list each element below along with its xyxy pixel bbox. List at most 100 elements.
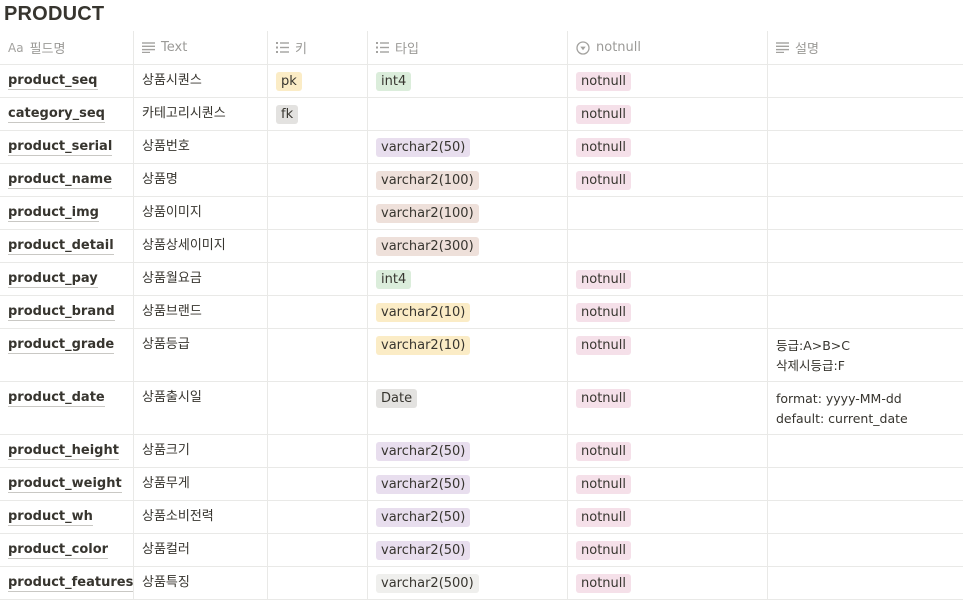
- column-header-type[interactable]: 타입: [367, 31, 567, 64]
- field-name[interactable]: product_name: [8, 171, 113, 189]
- description-cell[interactable]: 등급:A>B>C 삭제시등급:F: [767, 329, 963, 381]
- field-name[interactable]: product_wh: [8, 508, 93, 526]
- description-cell[interactable]: [767, 501, 963, 533]
- description-cell[interactable]: [767, 230, 963, 262]
- table-row[interactable]: product_detail 상품상세이미지 varchar2(300): [0, 230, 963, 263]
- field-name-cell[interactable]: product_grade: [0, 329, 133, 381]
- notnull-cell[interactable]: notnull: [567, 534, 767, 566]
- field-name[interactable]: category_seq: [8, 105, 105, 123]
- key-cell[interactable]: fk: [267, 98, 367, 130]
- notnull-cell[interactable]: notnull: [567, 435, 767, 467]
- field-name[interactable]: product_seq: [8, 72, 98, 90]
- field-name-cell[interactable]: product_height: [0, 435, 133, 467]
- table-row[interactable]: product_weight 상품무게 varchar2(50) notnull: [0, 468, 963, 501]
- notnull-cell[interactable]: notnull: [567, 468, 767, 500]
- field-name-cell[interactable]: product_weight: [0, 468, 133, 500]
- text-cell[interactable]: 상품시퀀스: [133, 65, 267, 97]
- notnull-cell[interactable]: notnull: [567, 567, 767, 599]
- text-cell[interactable]: 상품등급: [133, 329, 267, 381]
- type-cell[interactable]: varchar2(300): [367, 230, 567, 262]
- field-name-cell[interactable]: product_img: [0, 197, 133, 229]
- description-cell[interactable]: [767, 98, 963, 130]
- text-cell[interactable]: 상품크기: [133, 435, 267, 467]
- field-name-cell[interactable]: product_pay: [0, 263, 133, 295]
- text-cell[interactable]: 상품상세이미지: [133, 230, 267, 262]
- column-header-key[interactable]: 키: [267, 31, 367, 64]
- table-row[interactable]: product_features 상품특징 varchar2(500) notnull: [0, 567, 963, 600]
- description-cell[interactable]: [767, 65, 963, 97]
- text-cell[interactable]: 상품브랜드: [133, 296, 267, 328]
- field-name[interactable]: product_features: [8, 574, 134, 592]
- field-name[interactable]: product_serial: [8, 138, 113, 156]
- field-name-cell[interactable]: product_seq: [0, 65, 133, 97]
- key-cell[interactable]: [267, 501, 367, 533]
- field-name[interactable]: product_img: [8, 204, 99, 222]
- description-cell[interactable]: [767, 197, 963, 229]
- key-cell[interactable]: [267, 164, 367, 196]
- column-header-field-name[interactable]: Aa 필드명: [0, 31, 133, 64]
- type-cell[interactable]: int4: [367, 263, 567, 295]
- type-cell[interactable]: int4: [367, 65, 567, 97]
- table-row[interactable]: product_date 상품출시일 Date notnull format: yyyy…: [0, 382, 963, 435]
- column-header-description[interactable]: 설명: [767, 31, 963, 64]
- key-cell[interactable]: [267, 382, 367, 434]
- type-cell[interactable]: varchar2(100): [367, 164, 567, 196]
- table-row[interactable]: product_img 상품이미지 varchar2(100): [0, 197, 963, 230]
- text-cell[interactable]: 카테고리시퀀스: [133, 98, 267, 130]
- field-name-cell[interactable]: product_brand: [0, 296, 133, 328]
- text-cell[interactable]: 상품출시일: [133, 382, 267, 434]
- field-name-cell[interactable]: product_name: [0, 164, 133, 196]
- notnull-cell[interactable]: notnull: [567, 382, 767, 434]
- field-name-cell[interactable]: product_features: [0, 567, 134, 599]
- table-row[interactable]: product_color 상품컬러 varchar2(50) notnull: [0, 534, 963, 567]
- text-cell[interactable]: 상품무게: [133, 468, 267, 500]
- field-name-cell[interactable]: product_detail: [0, 230, 133, 262]
- table-row[interactable]: product_serial 상품번호 varchar2(50) notnull: [0, 131, 963, 164]
- table-row[interactable]: product_name 상품명 varchar2(100) notnull: [0, 164, 963, 197]
- field-name[interactable]: product_height: [8, 442, 119, 460]
- field-name-cell[interactable]: product_date: [0, 382, 133, 434]
- key-cell[interactable]: [267, 263, 367, 295]
- description-cell[interactable]: [767, 468, 963, 500]
- notnull-cell[interactable]: notnull: [567, 98, 767, 130]
- table-row[interactable]: category_seq 카테고리시퀀스 fk notnull: [0, 98, 963, 131]
- field-name-cell[interactable]: product_wh: [0, 501, 133, 533]
- description-cell[interactable]: [767, 435, 963, 467]
- type-cell[interactable]: varchar2(500): [367, 567, 567, 599]
- type-cell[interactable]: varchar2(10): [367, 329, 567, 381]
- key-cell[interactable]: [267, 468, 367, 500]
- field-name[interactable]: product_weight: [8, 475, 122, 493]
- type-cell[interactable]: varchar2(50): [367, 468, 567, 500]
- description-cell[interactable]: [767, 164, 963, 196]
- key-cell[interactable]: [267, 534, 367, 566]
- key-cell[interactable]: [267, 567, 367, 599]
- key-cell[interactable]: pk: [267, 65, 367, 97]
- table-row[interactable]: product_grade 상품등급 varchar2(10) notnull 등급:A…: [0, 329, 963, 382]
- type-cell[interactable]: Date: [367, 382, 567, 434]
- table-row[interactable]: product_brand 상품브랜드 varchar2(10) notnull: [0, 296, 963, 329]
- notnull-cell[interactable]: notnull: [567, 65, 767, 97]
- key-cell[interactable]: [267, 230, 367, 262]
- notnull-cell[interactable]: notnull: [567, 501, 767, 533]
- type-cell[interactable]: varchar2(10): [367, 296, 567, 328]
- notnull-cell[interactable]: [567, 197, 767, 229]
- text-cell[interactable]: 상품소비전력: [133, 501, 267, 533]
- column-header-notnull[interactable]: notnull: [567, 31, 767, 64]
- field-name[interactable]: product_color: [8, 541, 109, 559]
- key-cell[interactable]: [267, 296, 367, 328]
- text-cell[interactable]: 상품번호: [133, 131, 267, 163]
- notnull-cell[interactable]: notnull: [567, 329, 767, 381]
- field-name[interactable]: product_detail: [8, 237, 114, 255]
- notnull-cell[interactable]: notnull: [567, 164, 767, 196]
- text-cell[interactable]: 상품명: [133, 164, 267, 196]
- field-name-cell[interactable]: product_color: [0, 534, 133, 566]
- field-name[interactable]: product_date: [8, 389, 105, 407]
- key-cell[interactable]: [267, 435, 367, 467]
- text-cell[interactable]: 상품특징: [133, 567, 267, 599]
- type-cell[interactable]: varchar2(50): [367, 534, 567, 566]
- table-row[interactable]: product_wh 상품소비전력 varchar2(50) notnull: [0, 501, 963, 534]
- table-row[interactable]: product_pay 상품월요금 int4 notnull: [0, 263, 963, 296]
- description-cell[interactable]: [767, 296, 963, 328]
- description-cell[interactable]: [767, 263, 963, 295]
- table-row[interactable]: product_seq 상품시퀀스 pk int4 notnull: [0, 65, 963, 98]
